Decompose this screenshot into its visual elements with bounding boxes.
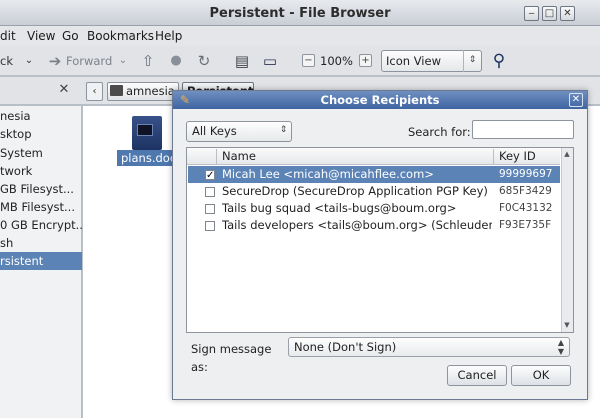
folder-icon	[110, 85, 123, 96]
key-icon: ✎	[179, 93, 191, 107]
menu-bookmarks[interactable]: Bookmarks	[87, 27, 154, 45]
recipient-key-id: F0C43132	[499, 202, 553, 214]
recipient-key-id: 685F3429	[499, 185, 552, 197]
column-separator	[493, 149, 494, 164]
recipient-checkbox[interactable]	[205, 204, 215, 214]
menu-go[interactable]: Go	[62, 27, 79, 45]
location-back-button[interactable]: ‹	[86, 82, 103, 101]
chevron-updown-icon: ▲ ▼	[557, 338, 565, 356]
menu-edit[interactable]: dit	[0, 27, 16, 45]
menu-view[interactable]: View	[27, 27, 55, 45]
close-sidebar-icon[interactable]: ✕	[57, 83, 71, 97]
sidebar-item-gb-filesystem[interactable]: GB Filesyst...	[0, 180, 82, 198]
sidebar-item-network[interactable]: twork	[0, 162, 82, 180]
recipient-name: Micah Lee <micah@micahflee.com>	[222, 167, 434, 181]
forward-dropdown-icon[interactable]: ⌄	[113, 51, 133, 71]
chevron-updown-icon: ⇕	[279, 125, 288, 135]
reload-icon[interactable]: ↻	[194, 51, 214, 71]
sidebar-item-amnesia[interactable]: nesia	[0, 107, 82, 125]
recipient-key-id: 99999697	[499, 168, 553, 180]
chevron-updown-icon: ⇕	[463, 50, 481, 72]
recipient-checkbox[interactable]	[205, 221, 215, 231]
sidebar-item-desktop[interactable]: sktop	[0, 125, 82, 143]
column-header-name[interactable]: Name	[222, 148, 256, 165]
sidebar-item-encrypted[interactable]: 0 GB Encrypt...	[0, 216, 82, 234]
forward-button[interactable]: Forward	[66, 52, 112, 70]
minimize-button[interactable]: ‒	[524, 6, 539, 21]
menu-help[interactable]: Help	[155, 27, 182, 45]
ok-button[interactable]: OK	[511, 365, 571, 386]
zoom-level: 100%	[320, 54, 353, 68]
computer-icon[interactable]: ▭	[260, 51, 280, 71]
up-icon[interactable]: ⇧	[138, 51, 158, 71]
search-input[interactable]	[472, 120, 574, 139]
recipient-name: Tails bug squad <tails-bugs@boum.org>	[222, 201, 457, 215]
scroll-down-icon[interactable]: ▼	[562, 320, 572, 330]
document-icon-detail	[137, 124, 153, 136]
zoom-out-button[interactable]: −	[302, 54, 315, 67]
recipient-checkbox[interactable]	[205, 187, 215, 197]
search-icon[interactable]: ⚲	[488, 50, 510, 72]
sidebar-item-persistent[interactable]: rsistent	[0, 252, 82, 270]
dialog-title: Choose Recipients	[320, 93, 440, 107]
home-folder-icon[interactable]: ▤	[232, 51, 252, 71]
forward-arrow-icon[interactable]: ➔	[45, 51, 65, 71]
sign-message-label: Sign message as:	[191, 342, 272, 374]
sidebar-item-trash[interactable]: sh	[0, 234, 82, 252]
search-for-label: Search for:	[408, 125, 471, 139]
cancel-button[interactable]: Cancel	[447, 365, 507, 386]
list-scrollbar[interactable]	[561, 148, 573, 332]
recipient-name: SecureDrop (SecureDrop Application PGP K…	[222, 184, 488, 198]
window-title: Persistent - File Browser	[209, 6, 391, 21]
column-header-key-id[interactable]: Key ID	[499, 148, 536, 165]
sidebar-item-mb-filesystem[interactable]: MB Filesyst...	[0, 198, 82, 216]
stop-icon[interactable]: ●	[166, 51, 186, 71]
maximize-button[interactable]: □	[542, 6, 557, 21]
close-button[interactable]: ✕	[560, 6, 575, 21]
recipient-key-id: F93E735F	[499, 219, 552, 231]
sign-key-select[interactable]: None (Don't Sign)	[288, 337, 570, 357]
zoom-in-button[interactable]: +	[359, 54, 372, 67]
recipient-checkbox[interactable]: ✓	[205, 170, 215, 181]
back-button[interactable]: ck	[0, 52, 13, 70]
recipient-name: Tails developers <tails@boum.org> (Schle…	[222, 218, 492, 232]
dialog-close-button[interactable]: ✕	[569, 93, 583, 107]
back-dropdown-icon[interactable]: ⌄	[19, 51, 39, 71]
scroll-up-icon[interactable]: ▲	[562, 149, 572, 159]
column-separator	[216, 149, 217, 164]
sidebar-item-filesystem[interactable]: System	[0, 144, 82, 162]
